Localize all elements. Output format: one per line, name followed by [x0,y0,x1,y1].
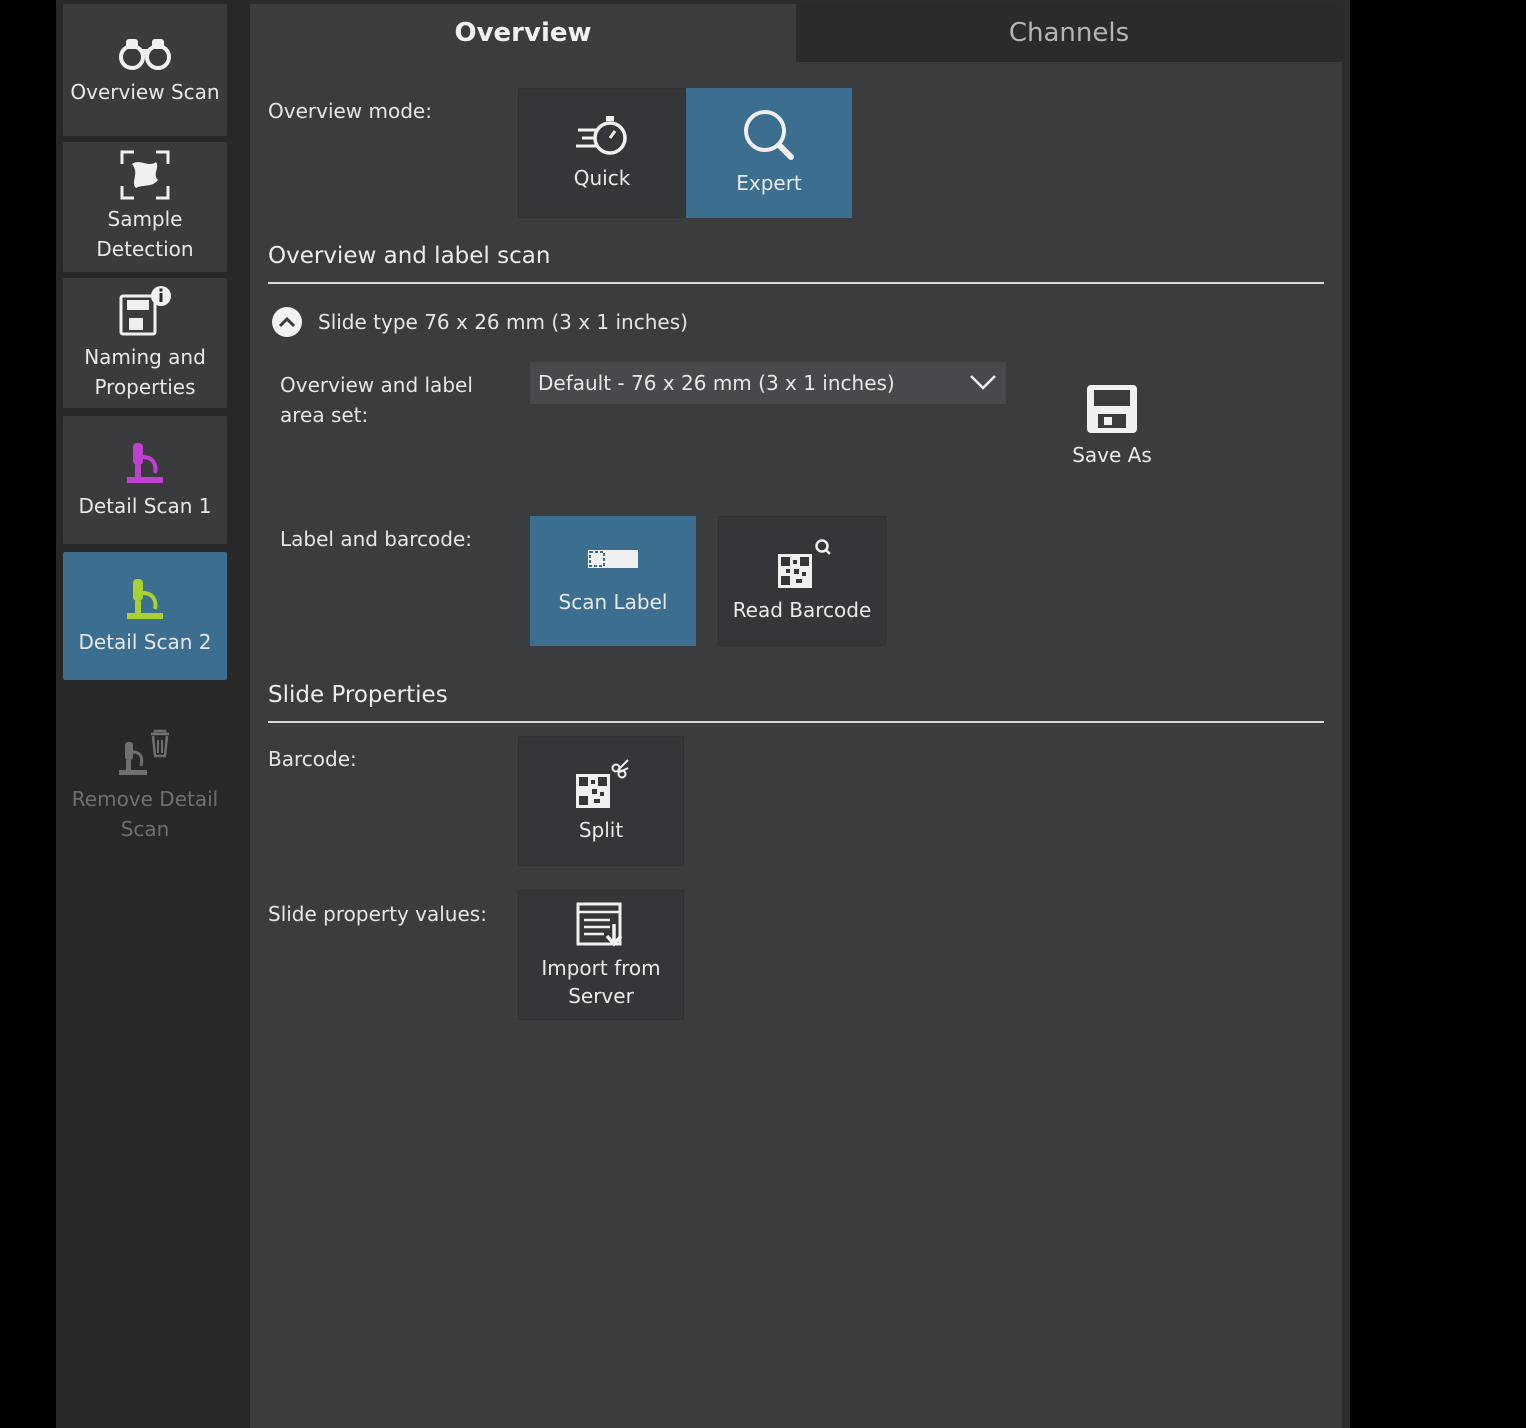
section-divider [268,721,1324,723]
sidebar-item-overview-scan[interactable]: Overview Scan [63,4,227,136]
read-barcode-button[interactable]: Read Barcode [718,516,886,646]
main-panel: Overview Channels Overview mode: Quick E… [250,4,1342,1428]
naming-properties-icon [117,284,173,342]
sidebar-item-label: Remove Detail Scan [71,787,219,841]
scan-label-text: Scan Label [558,590,668,614]
app-window: Overview Scan Sample Detection Naming an… [56,0,1350,1428]
scan-label-button[interactable]: Scan Label [530,516,696,646]
stopwatch-icon [574,114,630,164]
sidebar-item-detail-scan-1[interactable]: Detail Scan 1 [63,416,227,544]
sidebar-item-label: Naming and Properties [84,345,206,399]
chevron-up-icon [278,313,296,332]
area-set-value: Default - 76 x 26 mm (3 x 1 inches) [538,371,895,395]
sidebar-item-label: Detail Scan 1 [78,494,212,518]
sidebar-item-label: Overview Scan [70,80,220,104]
sidebar: Overview Scan Sample Detection Naming an… [56,0,250,1428]
qr-code-scissors-icon [572,758,630,816]
server-import-icon [574,900,628,954]
slide-property-values-label: Slide property values: [268,902,487,926]
sidebar-item-remove-detail-scan[interactable]: Remove Detail Scan [63,720,227,850]
section-title-overview-label-scan: Overview and label scan [268,243,551,269]
import-from-server-button[interactable]: Import from Server [518,890,684,1020]
microscope-icon [123,439,167,491]
quick-mode-button[interactable]: Quick [518,88,686,218]
quick-mode-label: Quick [573,166,631,190]
overview-mode-label: Overview mode: [268,99,432,123]
magnifier-icon [741,109,797,169]
collapse-toggle-button[interactable] [272,307,302,337]
section-divider [268,282,1324,284]
sidebar-item-detail-scan-2[interactable]: Detail Scan 2 [63,552,227,680]
save-as-button[interactable]: Save As [1062,382,1162,467]
expert-mode-button[interactable]: Expert [686,88,852,218]
slide-type-label: Slide type 76 x 26 mm (3 x 1 inches) [318,310,688,334]
import-from-server-label: Import from Server [541,956,661,1008]
slide-label-icon [586,546,640,578]
chevron-down-icon [968,370,998,399]
label-barcode-label: Label and barcode: [280,527,473,551]
binoculars-icon [118,33,172,77]
sidebar-item-sample-detection[interactable]: Sample Detection [63,142,227,272]
area-set-label: Overview and label area set: [280,373,473,427]
tab-overview[interactable]: Overview [250,4,796,62]
expert-mode-label: Expert [736,171,802,195]
microscope-icon [123,575,167,627]
sidebar-item-naming-properties[interactable]: Naming and Properties [63,278,227,408]
area-set-dropdown[interactable]: Default - 76 x 26 mm (3 x 1 inches) [530,362,1006,404]
sidebar-item-label: Sample Detection [96,207,194,261]
split-button[interactable]: Split [518,736,684,866]
sidebar-item-label: Detail Scan 2 [78,630,212,654]
section-title-slide-properties: Slide Properties [268,682,448,708]
read-barcode-text: Read Barcode [732,598,872,622]
split-label: Split [578,818,624,842]
tab-channels[interactable]: Channels [796,4,1342,62]
remove-microscope-icon [117,726,173,784]
save-as-label: Save As [1072,443,1152,467]
floppy-disk-icon [1084,382,1140,441]
qr-code-search-icon [772,538,832,596]
barcode-label: Barcode: [268,747,357,771]
sample-detection-icon [120,150,170,204]
